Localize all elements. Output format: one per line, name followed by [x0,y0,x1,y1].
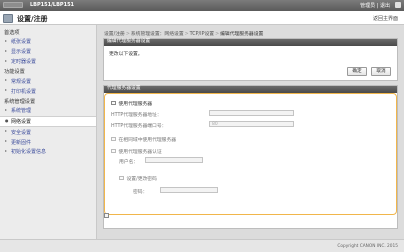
sidebar-item-common[interactable]: 常规设置 [0,76,96,86]
portal-link[interactable]: 返回主界面 [373,15,398,22]
breadcrumb-item-current: 编辑代理服务器设置 [220,32,264,37]
breadcrumb: 设置/注册>系统管理设置：网络设置>TCP/IP设置>编辑代理服务器设置 [104,30,263,37]
sidebar-item-paper[interactable]: 纸张设置 [0,37,96,47]
back-to-top-icon[interactable] [104,213,109,218]
same-domain-label: 在相同域中使用代理服务器 [118,137,177,143]
use-auth-label: 使用代理服务器认证 [118,149,162,155]
use-auth-checkbox[interactable] [111,148,116,154]
sidebar-item-timer[interactable]: 定时器设置 [0,57,96,67]
edit-proxy-message: 更改以下设置。 [109,52,143,57]
page-title: 设置/注册 [17,15,48,23]
set-password-label: 设置/更改密码 [126,176,157,182]
use-proxy-row: 使用代理服务器 [111,100,152,107]
same-domain-checkbox[interactable] [111,136,116,142]
settings-icon [3,14,13,23]
main-content: 设置/注册>系统管理设置：网络设置>TCP/IP设置>编辑代理服务器设置 编辑代… [101,25,400,239]
footer: Copyright CANON INC. 2015 [0,239,404,252]
sidebar-heading-function: 功能设置 [4,69,25,76]
username-input[interactable] [145,156,203,163]
sidebar-item-network[interactable]: 网络设置 [0,115,96,128]
username-label: 用户名： [119,159,139,165]
cancel-button[interactable]: 取消 [371,67,391,76]
breadcrumb-item-tcpip[interactable]: TCP/IP设置 [190,32,214,37]
proxy-settings-highlight: 使用代理服务器 HTTP代理服务器地址： HTTP代理服务器端口号： 80 在相… [104,92,397,215]
sidebar-heading-preferences: 首选项 [4,30,20,36]
sidebar-item-system[interactable]: 系统管理 [0,106,96,116]
sidebar-item-printer[interactable]: 打印机设置 [0,86,96,96]
sidebar-item-security[interactable]: 安全设置 [0,127,96,137]
edit-proxy-panel: 编辑代理服务器设置 更改以下设置。 确定 取消 [103,38,398,81]
edit-proxy-title: 编辑代理服务器设置 [104,39,397,46]
page-header: 设置/注册 返回主界面 [0,11,404,25]
proxy-settings-title: 代理服务器设置 [104,86,397,93]
ok-button[interactable]: 确定 [347,67,367,76]
http-port-input[interactable]: 80 [209,120,294,127]
sidebar-item-display[interactable]: 显示设置 [0,47,96,57]
sidebar-heading-management: 系统管理设置 [4,98,36,105]
password-label: 密码： [133,189,148,195]
breadcrumb-item-network[interactable]: 系统管理设置：网络设置 [131,32,184,37]
user-info[interactable]: 管理员 | 退出 [360,2,390,9]
proxy-settings-panel: 代理服务器设置 使用代理服务器 HTTP代理服务器地址： HTTP代理服务器端口… [103,85,398,229]
sidebar: 首选项 纸张设置 显示设置 定时器设置 功能设置 常规设置 打印机设置 系统管理… [0,25,97,239]
sidebar-item-firmware[interactable]: 更新固件 [0,137,96,147]
use-proxy-label: 使用代理服务器 [118,101,153,107]
use-auth-row: 使用代理服务器认证 [111,148,162,155]
set-password-checkbox[interactable] [119,175,124,181]
http-address-input[interactable] [209,109,294,116]
password-input[interactable] [160,186,218,193]
http-address-label: HTTP代理服务器地址： [111,112,162,118]
breadcrumb-item-settings[interactable]: 设置/注册 [104,32,125,37]
top-bar: LBP151/LBP151 管理员 | 退出 [0,0,404,11]
set-password-row: 设置/更改密码 [119,175,157,182]
copyright: Copyright CANON INC. 2015 [337,244,398,249]
logo-icon [3,2,23,8]
http-port-label: HTTP代理服务器端口号： [111,123,167,129]
same-domain-row: 在相同域中使用代理服务器 [111,136,176,143]
http-port-value: 80 [212,121,218,127]
user-icon [395,2,401,8]
sidebar-item-initialize[interactable]: 初始化设置信息 [0,147,96,157]
use-proxy-checkbox[interactable] [111,100,116,106]
device-name: LBP151/LBP151 [30,2,75,8]
